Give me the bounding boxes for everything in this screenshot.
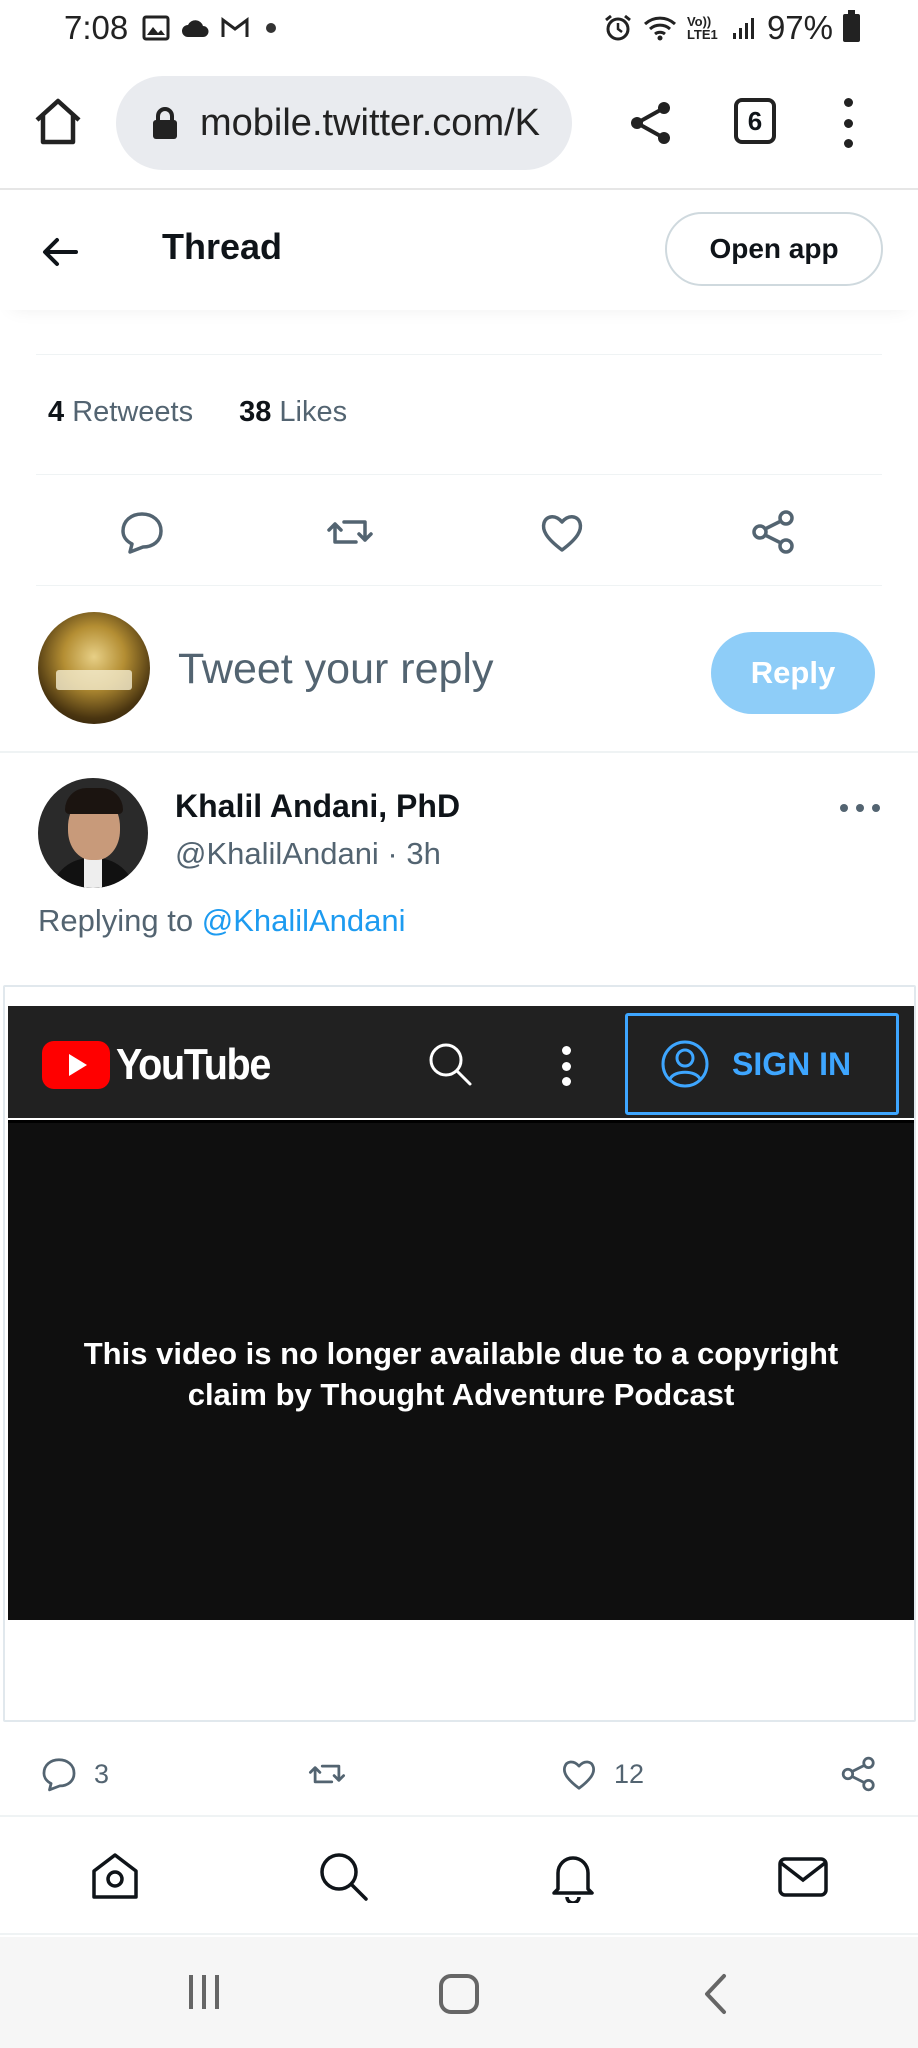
thread-header: Thread Open app bbox=[0, 192, 918, 310]
like-count: 12 bbox=[614, 1758, 645, 1789]
browser-menu-button[interactable] bbox=[838, 98, 858, 148]
video-unavailable-message: This video is no longer available due to… bbox=[83, 1336, 839, 1412]
tab-switcher-button[interactable]: 6 bbox=[734, 98, 776, 144]
replying-prefix: Replying to bbox=[38, 903, 194, 938]
youtube-menu-icon[interactable] bbox=[562, 1046, 572, 1086]
user-avatar[interactable] bbox=[38, 612, 150, 724]
reply-input[interactable]: Tweet your reply bbox=[178, 645, 493, 694]
more-options-icon[interactable] bbox=[840, 800, 880, 816]
wifi-icon bbox=[643, 16, 676, 41]
cloud-icon bbox=[182, 20, 209, 37]
search-icon[interactable] bbox=[316, 1849, 370, 1903]
messages-envelope-icon[interactable] bbox=[776, 1849, 830, 1903]
account-icon bbox=[661, 1040, 709, 1088]
like-icon bbox=[563, 1760, 595, 1790]
replying-to: Replying to @KhalilAndani bbox=[38, 903, 406, 939]
status-time: 7:08 bbox=[64, 9, 129, 46]
youtube-logo[interactable]: YouTube bbox=[42, 1040, 287, 1090]
likes-count: 38 bbox=[239, 396, 272, 428]
share-action[interactable] bbox=[840, 1755, 894, 1793]
retweet-icon[interactable] bbox=[326, 508, 374, 556]
alarm-icon bbox=[605, 14, 631, 41]
back-arrow-icon[interactable] bbox=[36, 228, 84, 276]
likes-label: Likes bbox=[279, 396, 348, 428]
search-icon[interactable] bbox=[426, 1040, 474, 1088]
share-icon[interactable] bbox=[628, 100, 674, 146]
gallery-icon bbox=[142, 15, 170, 41]
sign-in-label: SIGN IN bbox=[732, 1045, 852, 1082]
youtube-sign-in-button[interactable]: SIGN IN bbox=[625, 1013, 899, 1115]
youtube-header: YouTube SIGN IN bbox=[8, 1006, 914, 1118]
retweets-stat[interactable]: 4 Retweets bbox=[48, 396, 193, 429]
like-action[interactable]: 12 bbox=[560, 1755, 644, 1793]
gmail-icon bbox=[221, 17, 249, 37]
main-tweet-actions bbox=[36, 500, 882, 564]
browser-toolbar: mobile.twitter.com/K 6 bbox=[0, 56, 918, 190]
likes-stat[interactable]: 38 Likes bbox=[239, 396, 347, 429]
retweets-label: Retweets bbox=[72, 396, 194, 428]
divider bbox=[36, 585, 882, 586]
author-avatar[interactable] bbox=[38, 778, 148, 888]
replying-mention-link[interactable]: @KhalilAndani bbox=[202, 903, 406, 938]
video-player[interactable]: This video is no longer available due to… bbox=[8, 1120, 914, 1620]
retweet-action[interactable] bbox=[306, 1755, 364, 1793]
android-home-icon[interactable] bbox=[438, 1973, 480, 2015]
like-icon[interactable] bbox=[538, 508, 586, 556]
open-app-button[interactable]: Open app bbox=[665, 212, 883, 286]
divider bbox=[0, 751, 918, 753]
status-right-icons: Vo)) LTE1 97% bbox=[603, 9, 860, 47]
divider bbox=[36, 474, 882, 475]
battery-icon bbox=[843, 10, 860, 42]
signal-icon bbox=[732, 18, 754, 39]
lock-icon bbox=[153, 107, 177, 139]
url-text: mobile.twitter.com/K bbox=[200, 101, 540, 144]
android-navigation-bar bbox=[0, 1937, 918, 2048]
reply-icon[interactable] bbox=[118, 508, 166, 556]
tweet-actions: 3 12 bbox=[0, 1745, 918, 1801]
battery-percent: 97% bbox=[766, 9, 833, 46]
author-name[interactable]: Khalil Andani, PhD bbox=[175, 788, 460, 825]
volte-icon: Vo)) LTE1 bbox=[686, 14, 718, 42]
android-back-icon[interactable] bbox=[702, 1973, 728, 2015]
reply-button[interactable]: Reply bbox=[711, 632, 875, 714]
share-tweet-icon bbox=[841, 1756, 875, 1792]
status-bar: 7:08 Vo)) LTE1 97% bbox=[0, 0, 918, 56]
notification-dot bbox=[266, 23, 277, 33]
reply-count: 3 bbox=[94, 1758, 110, 1789]
author-handle: @KhalilAndani · 3h bbox=[175, 836, 441, 871]
home-icon[interactable] bbox=[32, 96, 84, 148]
notifications-bell-icon[interactable] bbox=[546, 1849, 600, 1903]
retweet-icon bbox=[308, 1764, 346, 1784]
youtube-wordmark: YouTube bbox=[116, 1040, 271, 1089]
reply-action[interactable]: 3 bbox=[40, 1755, 109, 1793]
recent-apps-icon[interactable] bbox=[186, 1973, 222, 2011]
youtube-embed-card[interactable]: YouTube SIGN IN This video is no longer … bbox=[3, 985, 916, 1722]
bottom-navigation bbox=[0, 1815, 918, 1935]
tweet-stats: 4 Retweets 38 Likes bbox=[48, 396, 347, 429]
retweets-count: 4 bbox=[48, 396, 65, 428]
divider bbox=[36, 354, 882, 355]
home-icon[interactable] bbox=[88, 1849, 142, 1903]
page-title: Thread bbox=[162, 226, 283, 267]
share-tweet-icon[interactable] bbox=[750, 508, 798, 556]
reply-icon bbox=[42, 1758, 76, 1792]
youtube-play-icon bbox=[42, 1041, 110, 1089]
address-bar[interactable]: mobile.twitter.com/K bbox=[116, 76, 572, 170]
status-left-icons bbox=[142, 15, 277, 41]
